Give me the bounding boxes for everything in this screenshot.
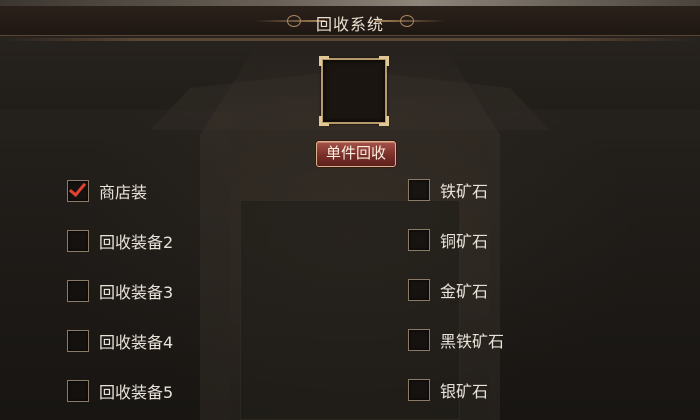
option-row-right-3[interactable]: 金矿石 <box>408 278 488 302</box>
recycle-item-slot[interactable] <box>319 56 389 126</box>
panel-title-bar: 回收系统 <box>0 6 700 41</box>
option-label: 银矿石 <box>440 382 489 401</box>
slot-corner-top-left <box>319 56 329 66</box>
checkbox[interactable] <box>408 179 430 201</box>
option-label: 商店装 <box>99 183 148 202</box>
recycle-single-button[interactable]: 单件回收 <box>316 141 396 167</box>
checkbox[interactable] <box>67 178 89 202</box>
option-row-left-2[interactable]: 回收装备2 <box>67 229 173 253</box>
checkbox[interactable] <box>408 329 430 351</box>
option-label: 回收装备2 <box>99 233 174 252</box>
background-wall-left <box>0 110 230 420</box>
option-label: 金矿石 <box>440 282 489 301</box>
panel-title: 回收系统 <box>315 15 384 34</box>
option-label: 铁矿石 <box>440 182 489 201</box>
option-row-right-2[interactable]: 铜矿石 <box>408 228 488 252</box>
checkbox[interactable] <box>408 379 430 401</box>
checkbox[interactable] <box>67 280 89 302</box>
background-wall-right <box>490 110 700 420</box>
option-row-right-5[interactable]: 银矿石 <box>408 378 488 402</box>
slot-corner-bottom-right <box>379 116 389 126</box>
option-row-left-4[interactable]: 回收装备4 <box>67 329 173 353</box>
slot-corner-bottom-left <box>319 116 329 126</box>
option-label: 黑铁矿石 <box>440 332 505 351</box>
option-row-left-3[interactable]: 回收装备3 <box>67 279 173 303</box>
checkbox[interactable] <box>67 230 89 252</box>
option-label: 回收装备5 <box>99 383 174 402</box>
game-scene: 回收系统 单件回收 商店装 回收装备2 回收装备3 回收装备4 回收装备5 铁矿… <box>0 0 700 420</box>
checkbox[interactable] <box>67 330 89 352</box>
slot-corner-top-right <box>379 56 389 66</box>
option-row-right-4[interactable]: 黑铁矿石 <box>408 328 504 352</box>
check-icon <box>68 178 87 198</box>
checkbox[interactable] <box>408 279 430 301</box>
title-ornament-right <box>375 20 445 22</box>
option-label: 铜矿石 <box>440 232 489 251</box>
option-label: 回收装备3 <box>99 283 174 302</box>
option-row-left-5[interactable]: 回收装备5 <box>67 379 173 403</box>
checkbox[interactable] <box>408 229 430 251</box>
option-row-right-1[interactable]: 铁矿石 <box>408 178 488 202</box>
option-row-left-1[interactable]: 商店装 <box>67 178 148 203</box>
option-label: 回收装备4 <box>99 333 174 352</box>
checkbox[interactable] <box>67 380 89 402</box>
